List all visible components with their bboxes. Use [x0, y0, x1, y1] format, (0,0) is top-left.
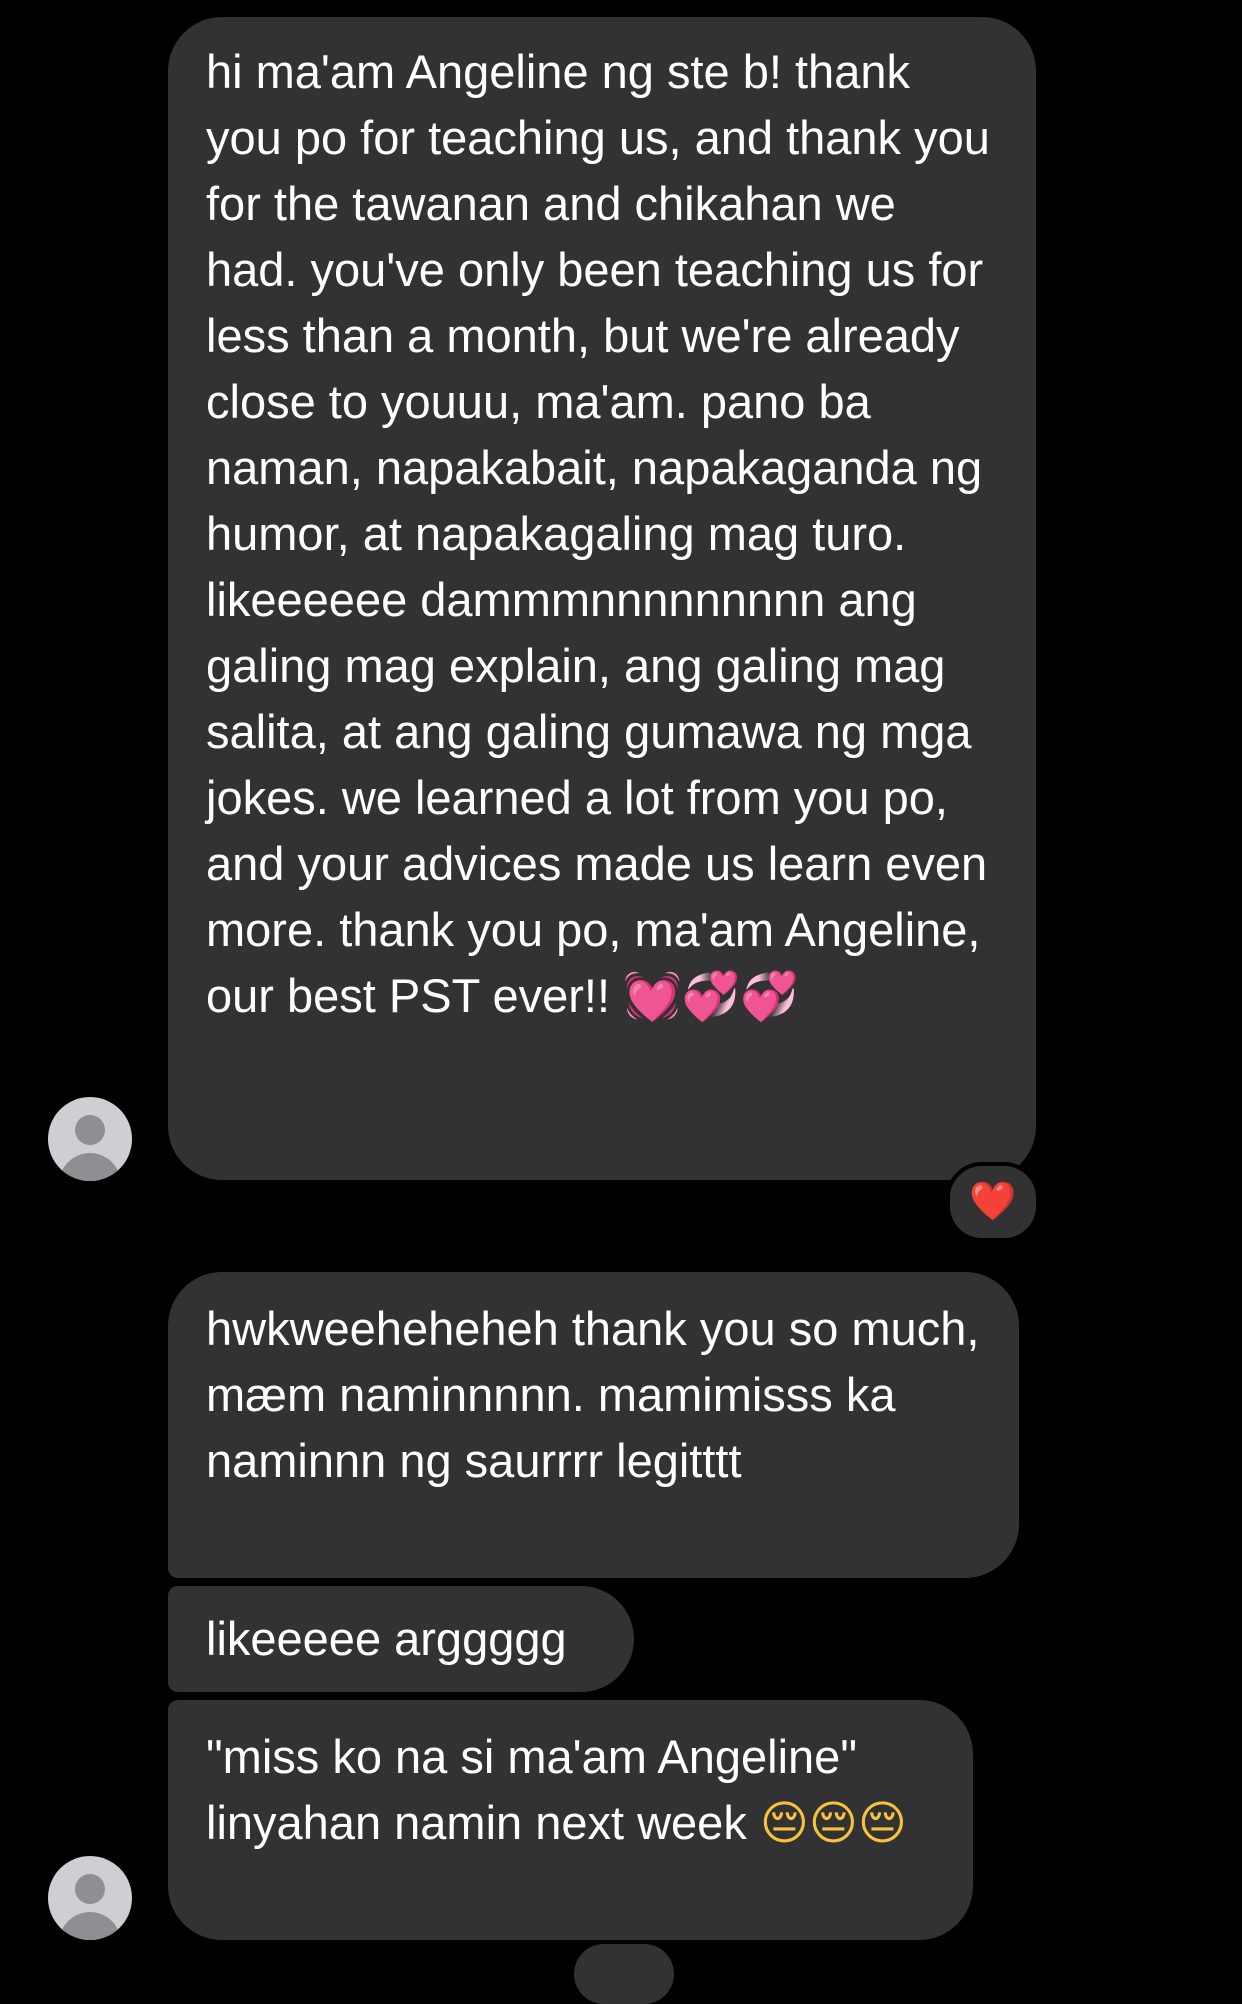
message-bubble-2[interactable]: hwkweeheheheh thank you so much, mæm nam…: [168, 1272, 1019, 1578]
avatar-shoulders-shape: [59, 1912, 121, 1940]
avatar-head-shape: [75, 1874, 105, 1904]
message-text-2: hwkweeheheheh thank you so much, mæm nam…: [206, 1302, 993, 1487]
message-bubble-4[interactable]: "miss ko na si ma'am Angeline" linyahan …: [168, 1700, 973, 1940]
message-bubble-3[interactable]: likeeeee arggggg: [168, 1586, 634, 1692]
message-bubble-1[interactable]: hi ma'am Angeline ng ste b! thank you po…: [168, 17, 1036, 1180]
message-text-1: hi ma'am Angeline ng ste b! thank you po…: [206, 45, 1003, 1022]
typing-indicator-bubble: [574, 1944, 674, 2004]
avatar-icon[interactable]: [48, 1856, 132, 1940]
pensive-face-emojis: 😔😔😔: [759, 1796, 907, 1849]
avatar-head-shape: [75, 1115, 105, 1145]
avatar-shoulders-shape: [59, 1153, 121, 1181]
heart-emojis: 💓💞💞: [623, 969, 799, 1022]
message-text-3: likeeeee arggggg: [206, 1612, 567, 1665]
reaction-heart-icon[interactable]: ❤️: [946, 1162, 1040, 1242]
avatar-icon[interactable]: [48, 1097, 132, 1181]
